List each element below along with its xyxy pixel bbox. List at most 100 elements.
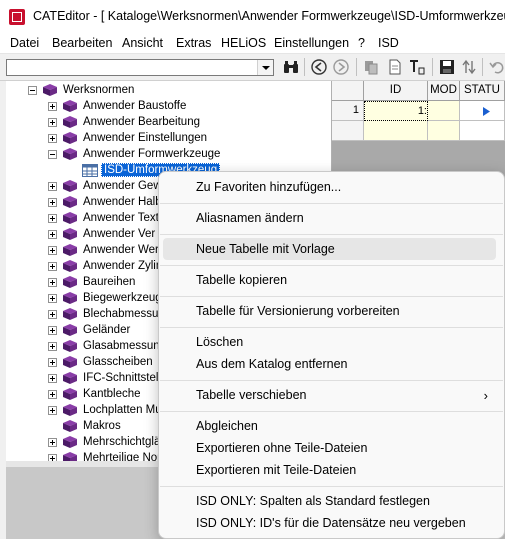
expand-icon[interactable]	[48, 230, 57, 239]
sort-icon[interactable]	[460, 58, 478, 76]
expand-icon[interactable]	[48, 118, 57, 127]
tree-label: Anwender Zylin	[83, 260, 163, 272]
tree-label: Werksnormen	[63, 84, 135, 96]
undo-icon[interactable]	[488, 58, 505, 76]
book-icon	[63, 292, 77, 304]
window-title: CATEditor - [ Kataloge\Werksnormen\Anwen…	[33, 9, 505, 23]
grid-cell-id[interactable]: 1:	[364, 101, 428, 121]
menu-item-remove-from-catalog[interactable]: Aus dem Katalog entfernen	[163, 353, 496, 375]
chevron-down-icon[interactable]	[257, 60, 273, 75]
menu-help[interactable]: ?	[358, 36, 365, 50]
grid-cell-mod[interactable]	[428, 101, 460, 121]
tree-label: Anwender Einstellungen	[83, 132, 208, 144]
menu-datei[interactable]: Datei	[10, 36, 39, 50]
menu-item-export-without-files[interactable]: Exportieren ohne Teile-Dateien	[163, 437, 496, 459]
expand-icon[interactable]	[48, 438, 57, 447]
book-icon	[63, 276, 77, 288]
book-icon	[63, 420, 77, 432]
tree-label: Baureihen	[83, 276, 136, 288]
book-icon	[63, 356, 77, 368]
save-icon[interactable]	[438, 58, 456, 76]
expand-icon[interactable]	[48, 390, 57, 399]
menu-item-rename-alias[interactable]: Aliasnamen ändern	[163, 207, 496, 229]
menu-item-prepare-versioning[interactable]: Tabelle für Versionierung vorbereiten	[163, 300, 496, 322]
title-bar: CATEditor - [ Kataloge\Werksnormen\Anwen…	[0, 0, 505, 33]
book-icon	[63, 404, 77, 416]
expand-icon[interactable]	[48, 374, 57, 383]
expand-icon[interactable]	[48, 182, 57, 191]
copy-icon[interactable]	[362, 58, 380, 76]
toolbar	[0, 54, 505, 81]
grid-row-header[interactable]	[332, 121, 364, 141]
expand-icon[interactable]	[48, 294, 57, 303]
tree-label: Blechabmessu	[83, 308, 159, 320]
grid-cell[interactable]	[364, 121, 428, 141]
menu-item-isd-reassign-ids[interactable]: ISD ONLY: ID's für die Datensätze neu ve…	[163, 512, 496, 534]
menu-item-synchronize[interactable]: Abgleichen	[163, 415, 496, 437]
tree-label: Anwender Baustoffe	[83, 100, 187, 112]
back-icon[interactable]	[310, 58, 328, 76]
expand-icon[interactable]	[48, 342, 57, 351]
grid-cell[interactable]	[428, 121, 460, 141]
expand-icon[interactable]	[48, 310, 57, 319]
tree-item-werksnormen[interactable]: Werksnormen	[6, 83, 326, 99]
expand-icon[interactable]	[48, 278, 57, 287]
tree-label: Makros	[83, 420, 121, 432]
menu-einstellungen[interactable]: Einstellungen	[274, 36, 349, 50]
expand-icon[interactable]	[48, 246, 57, 255]
collapse-icon[interactable]	[48, 150, 57, 159]
tree-label: Anwender Ver	[83, 228, 156, 240]
book-icon	[63, 116, 77, 128]
tree-label: Anwender Wer	[83, 244, 159, 256]
forward-icon[interactable]	[332, 58, 350, 76]
tree-label: Glasabmessung	[83, 340, 167, 352]
book-icon	[63, 180, 77, 192]
grid-cell[interactable]	[460, 121, 505, 141]
tree-item[interactable]: Anwender Formwerkzeuge	[6, 147, 326, 163]
grid-header-status[interactable]: STATU	[460, 81, 505, 101]
menu-isd[interactable]: ISD	[378, 36, 399, 50]
expand-icon[interactable]	[48, 326, 57, 335]
collapse-icon[interactable]	[28, 86, 37, 95]
book-icon	[63, 244, 77, 256]
tree-label: Anwender Halb	[83, 196, 162, 208]
chevron-right-icon: ›	[483, 388, 488, 403]
book-icon	[63, 132, 77, 144]
expand-icon[interactable]	[48, 406, 57, 415]
document-icon[interactable]	[386, 58, 404, 76]
grid-corner-header[interactable]	[332, 81, 364, 101]
catalog-combo[interactable]	[6, 59, 274, 76]
grid-header-id[interactable]: ID	[364, 81, 428, 101]
menu-item-delete[interactable]: Löschen	[163, 331, 496, 353]
expand-icon[interactable]	[48, 262, 57, 271]
context-menu: Zu Favoriten hinzufügen... Aliasnamen än…	[158, 171, 505, 539]
menu-item-move-table[interactable]: Tabelle verschieben ›	[163, 384, 496, 406]
tree-item[interactable]: Anwender Baustoffe	[6, 99, 326, 115]
menu-item-copy-table[interactable]: Tabelle kopieren	[163, 269, 496, 291]
menu-ansicht[interactable]: Ansicht	[122, 36, 163, 50]
expand-icon[interactable]	[48, 198, 57, 207]
menu-item-export-with-files[interactable]: Exportieren mit Teile-Dateien	[163, 459, 496, 481]
expand-icon[interactable]	[48, 134, 57, 143]
expand-icon[interactable]	[48, 214, 57, 223]
expand-icon[interactable]	[48, 358, 57, 367]
expand-icon[interactable]	[48, 102, 57, 111]
menu-item-add-favorite[interactable]: Zu Favoriten hinzufügen...	[163, 176, 496, 198]
tree-item[interactable]: Anwender Bearbeitung	[6, 115, 326, 131]
tree-item[interactable]: Anwender Einstellungen	[6, 131, 326, 147]
book-icon	[63, 148, 77, 160]
expand-icon[interactable]	[48, 454, 57, 461]
menu-item-new-table-template[interactable]: Neue Tabelle mit Vorlage	[163, 238, 496, 260]
book-icon	[63, 196, 77, 208]
binoculars-icon[interactable]	[282, 58, 300, 76]
tree-label: Kantbleche	[83, 388, 141, 400]
menu-bearbeiten[interactable]: Bearbeiten	[52, 36, 112, 50]
menu-helios[interactable]: HELiOS	[221, 36, 266, 50]
grid-row-number[interactable]: 1	[332, 101, 364, 121]
tree-label: Biegewerkzeug	[83, 292, 162, 304]
grid-header-mod[interactable]: MOD	[428, 81, 460, 101]
menu-extras[interactable]: Extras	[176, 36, 211, 50]
text-format-icon[interactable]	[408, 58, 426, 76]
grid-cell-status[interactable]	[460, 101, 505, 121]
menu-item-isd-set-default-columns[interactable]: ISD ONLY: Spalten als Standard festlegen	[163, 490, 496, 512]
